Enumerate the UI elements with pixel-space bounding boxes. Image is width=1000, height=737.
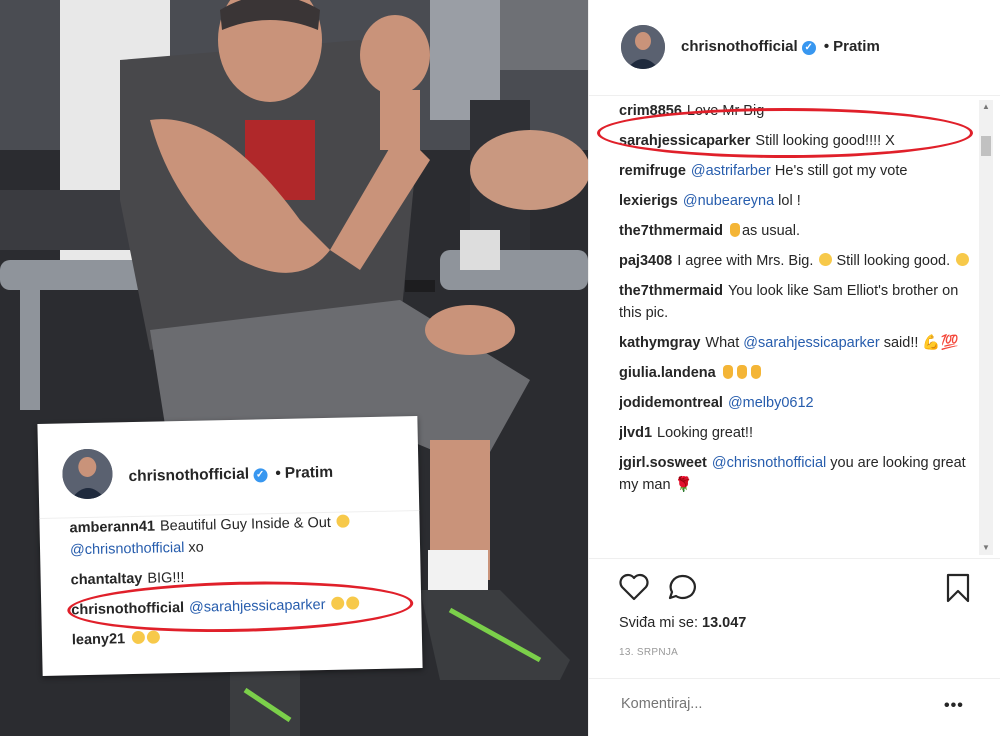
post-header: chrisnothofficial ✓ •Pratim [589, 0, 1000, 96]
inset-header: chrisnothofficial ✓ •Pratim [128, 464, 333, 486]
bookmark-icon[interactable] [945, 573, 971, 608]
comment-row: lexierigs @nubeareyna lol ! [619, 190, 975, 212]
comment-username[interactable]: the7thmermaid [619, 223, 723, 239]
comment-input[interactable] [619, 693, 923, 715]
comment-row: jlvd1 Looking great!! [619, 422, 975, 444]
comment-row: kathymgray What @sarahjessicaparker said!… [619, 332, 975, 354]
mention-link[interactable]: @melby0612 [728, 395, 814, 411]
header-separator: • [824, 38, 829, 55]
comment-username[interactable]: leany21 [72, 631, 126, 648]
comment-row: the7thmermaid as usual. [619, 220, 975, 242]
comment-username[interactable]: jgirl.sosweet [619, 455, 707, 471]
comment-row: jodidemontreal @melby0612 [619, 392, 975, 414]
comment-text: Still looking good. [832, 253, 954, 269]
inset-comment-screenshot: chrisnothofficial ✓ •Pratim amberann41 Bea… [37, 416, 422, 676]
comment-username[interactable]: paj3408 [619, 253, 672, 269]
comment-username[interactable]: kathymgray [619, 335, 700, 351]
likes-label: Sviđa mi se: [619, 615, 698, 631]
comment-username[interactable]: jlvd1 [619, 425, 652, 441]
smile-emoji-icon [337, 514, 350, 527]
header-avatar[interactable] [621, 25, 665, 69]
mention-link[interactable]: @sarahjessicaparker [743, 335, 879, 351]
likes-count[interactable]: Sviđa mi se: 13.047 [619, 615, 746, 631]
inset-separator: • [275, 465, 281, 482]
comment-text: said!! 💪💯 [880, 335, 959, 351]
comment-username[interactable]: chantaltay [71, 571, 143, 588]
comment-row: amberann41 Beautiful Guy Inside & Out @ch… [69, 510, 410, 561]
post-actions: Sviđa mi se: 13.047 13. SRPNJA [589, 558, 1000, 679]
comment-username[interactable]: jodidemontreal [619, 395, 723, 411]
scroll-down-arrow-icon[interactable]: ▼ [979, 541, 993, 555]
verified-icon: ✓ [253, 468, 267, 482]
smile-emoji-icon [132, 631, 145, 644]
header-username[interactable]: chrisnothofficial [681, 38, 798, 55]
clap-emoji-icon [730, 223, 740, 237]
smile-emoji-icon [147, 630, 160, 643]
comment-text: lol ! [774, 193, 801, 209]
add-comment-section: ••• [589, 678, 1000, 737]
inset-follow-button[interactable]: Pratim [285, 464, 334, 482]
clap-emoji-icon [723, 365, 733, 379]
verified-icon: ✓ [802, 41, 816, 55]
post-photo[interactable]: chrisnothofficial ✓ •Pratim amberann41 Bea… [0, 0, 588, 736]
comment-icon[interactable] [667, 573, 697, 606]
inset-username[interactable]: chrisnothofficial [128, 466, 249, 486]
comment-row: paj3408 I agree with Mrs. Big. Still look… [619, 250, 975, 272]
smile-emoji-icon [819, 253, 832, 266]
comment-row: the7thmermaidYou look like Sam Elliot's … [619, 280, 975, 324]
comment-row: remifruge @astrifarber He's still got my … [619, 160, 975, 182]
comment-text: He's still got my vote [771, 163, 908, 179]
header-user-line: chrisnothofficial ✓ •Pratim [681, 38, 880, 55]
clap-emoji-icon [737, 365, 747, 379]
post-side-panel: chrisnothofficial ✓ •Pratim crim8856Love … [588, 0, 1000, 736]
likes-number: 13.047 [702, 615, 746, 631]
comment-scrollbar[interactable]: ▲ ▼ [979, 100, 993, 555]
comment-text: Beautiful Guy Inside & Out [160, 515, 335, 535]
scroll-thumb[interactable] [981, 136, 991, 156]
comment-text: I agree with Mrs. Big. [677, 253, 817, 269]
highlight-ellipse [597, 108, 973, 158]
inset-avatar[interactable] [62, 448, 113, 499]
comment-username[interactable]: giulia.landena [619, 365, 716, 381]
mention-link[interactable]: @chrisnothofficial [70, 540, 185, 558]
mention-link[interactable]: @nubeareyna [683, 193, 774, 209]
comment-row: jgirl.sosweet@chrisnothofficial you are … [619, 452, 975, 496]
comment-username[interactable]: the7thmermaid [619, 283, 723, 299]
comment-list[interactable]: crim8856Love Mr BigsarahjessicaparkerSti… [619, 100, 975, 555]
comment-text: What [705, 335, 743, 351]
more-options-icon[interactable]: ••• [944, 697, 964, 715]
mention-link[interactable]: @astrifarber [691, 163, 771, 179]
comment-username[interactable]: remifruge [619, 163, 686, 179]
heart-icon[interactable] [619, 573, 649, 606]
clap-emoji-icon [751, 365, 761, 379]
comment-text: xo [184, 540, 204, 556]
comment-text: Looking great!! [657, 425, 753, 441]
comment-username[interactable]: lexierigs [619, 193, 678, 209]
scroll-up-arrow-icon[interactable]: ▲ [979, 100, 993, 114]
comment-username[interactable]: amberann41 [69, 519, 155, 537]
mention-link[interactable]: @chrisnothofficial [712, 455, 826, 471]
comment-row: giulia.landena [619, 362, 975, 384]
follow-button[interactable]: Pratim [833, 38, 880, 55]
comment-text: as usual. [742, 223, 800, 239]
smile-emoji-icon [956, 253, 969, 266]
post-date: 13. SRPNJA [619, 647, 678, 658]
